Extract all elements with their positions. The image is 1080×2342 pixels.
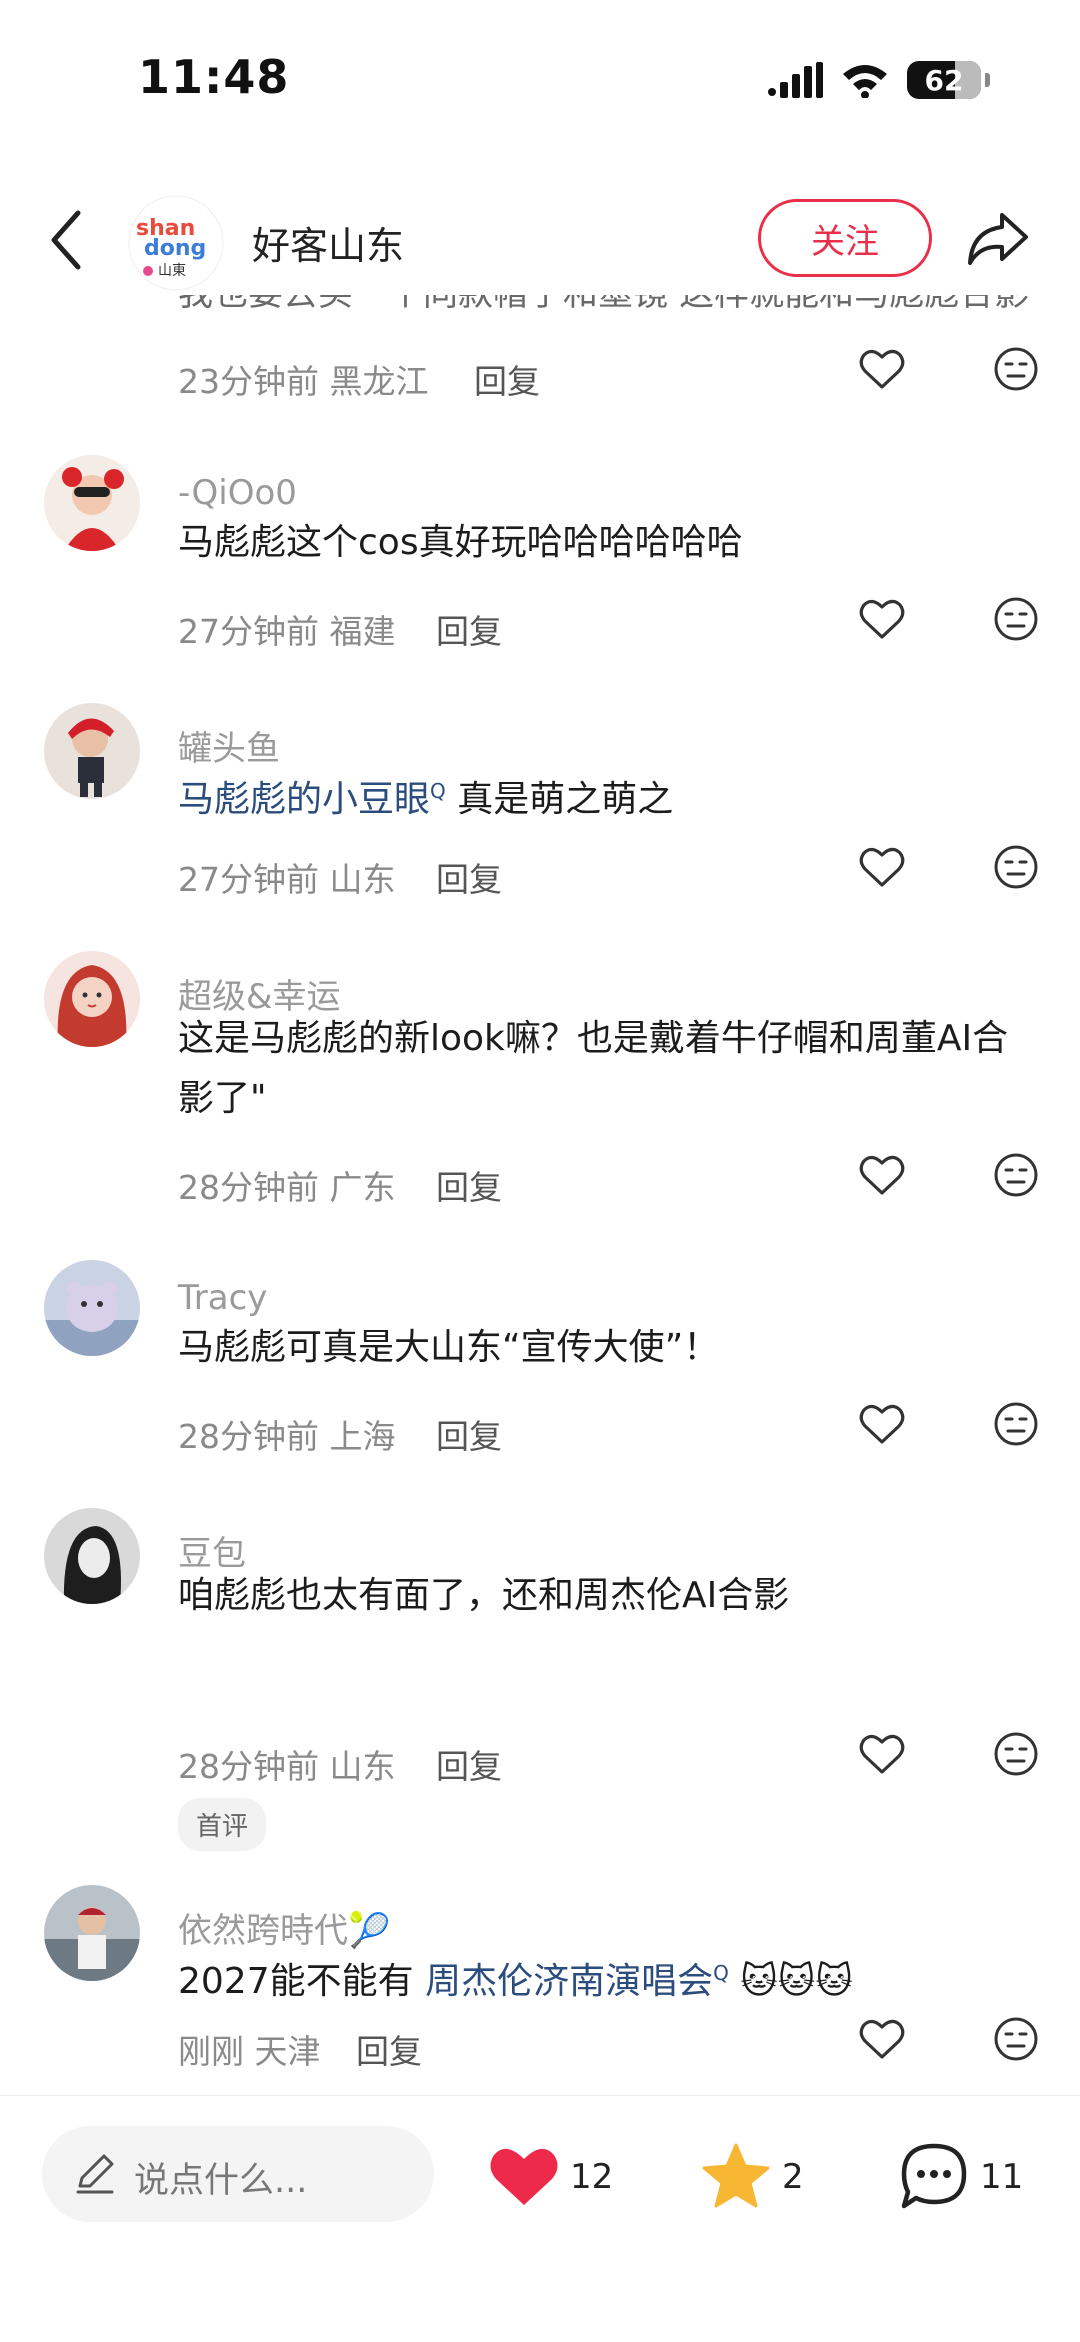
comment-input[interactable]: 说点什么...: [42, 2126, 434, 2222]
like-heart-icon[interactable]: [858, 2015, 906, 2063]
comment-text: 马彪彪的小豆眼Q 真是萌之萌之: [178, 779, 674, 820]
follow-button[interactable]: 关注: [758, 199, 932, 277]
username[interactable]: -QiOo0: [178, 473, 297, 513]
avatar[interactable]: [44, 1885, 140, 1981]
account-name[interactable]: 好客山东: [252, 215, 404, 270]
comment-meta: 28分钟前 上海 回复: [178, 1400, 1048, 1460]
battery-indicator: 62: [907, 61, 981, 99]
comment-text-partial: 我也要去买一个同款帽子和墨镜 这样就能和马彪彪合影: [178, 295, 1029, 316]
comment-time: 刚刚 天津: [178, 2032, 321, 2071]
status-bar: 11:48 62: [0, 0, 1080, 160]
like-heart-icon[interactable]: [858, 1400, 906, 1448]
comment-meta: 23分钟前 黑龙江 回复: [178, 345, 1048, 405]
comment-time: 27分钟前 山东: [178, 860, 396, 899]
reply-button[interactable]: 回复: [436, 605, 502, 653]
dislike-face-icon[interactable]: [992, 1400, 1040, 1448]
avatar[interactable]: [44, 455, 140, 551]
dislike-face-icon[interactable]: [992, 1151, 1040, 1199]
nav-header: shan dong 山東 好客山东 关注: [0, 185, 1080, 295]
comment-list[interactable]: 我也要去买一个同款帽子和墨镜 这样就能和马彪彪合影 23分钟前 黑龙江 回复 -…: [0, 295, 1080, 2095]
comment-meta: 刚刚 天津 回复: [178, 2015, 1048, 2075]
dislike-face-icon[interactable]: [992, 345, 1040, 393]
comments-button[interactable]: 11: [898, 2142, 1023, 2212]
favorite-count: 2: [782, 2157, 804, 2197]
crying-cat-icons: 🐱🐱🐱: [740, 1961, 853, 2002]
comment-time: 28分钟前 广东: [178, 1168, 396, 1207]
status-time: 11:48: [138, 50, 290, 104]
comment-text: 2027能不能有 周杰伦济南演唱会Q 🐱🐱🐱: [178, 1961, 853, 2002]
avatar[interactable]: [44, 703, 140, 799]
like-heart-icon[interactable]: [858, 595, 906, 643]
search-mark-icon: Q: [713, 1961, 729, 1985]
comment-time: 27分钟前 福建: [178, 612, 396, 651]
like-heart-icon[interactable]: [858, 1151, 906, 1199]
first-comment-badge: 首评: [178, 1798, 267, 1851]
avatar[interactable]: [44, 951, 140, 1047]
avatar[interactable]: [44, 1260, 140, 1356]
search-mark-icon: Q: [430, 779, 446, 803]
topic-link[interactable]: 马彪彪的小豆眼: [178, 779, 430, 820]
reply-button[interactable]: 回复: [436, 1740, 502, 1788]
reply-button[interactable]: 回复: [436, 1410, 502, 1458]
comment-time: 28分钟前 上海: [178, 1417, 396, 1456]
signal-icon: [768, 62, 823, 98]
svg-text:dong: dong: [144, 236, 206, 261]
topic-link[interactable]: 周杰伦济南演唱会: [425, 1961, 713, 2002]
comment-time: 28分钟前 山东: [178, 1747, 396, 1786]
reply-button[interactable]: 回复: [436, 853, 502, 901]
reply-button[interactable]: 回复: [436, 1161, 502, 1209]
comment-count: 11: [980, 2157, 1024, 2197]
heart-filled-icon: [490, 2148, 558, 2205]
share-icon[interactable]: [966, 209, 1030, 269]
status-icons: 62: [767, 58, 990, 102]
comment-time: 23分钟前 黑龙江: [178, 362, 429, 401]
comment-text: 马彪彪这个cos真好玩哈哈哈哈哈哈: [178, 522, 743, 563]
comment-meta: 28分钟前 广东 回复: [178, 1151, 1048, 1211]
reply-button[interactable]: 回复: [474, 355, 540, 403]
wifi-icon: [843, 65, 887, 98]
comment-meta: 27分钟前 山东 回复: [178, 843, 1048, 903]
like-heart-icon[interactable]: [858, 843, 906, 891]
battery-tip: [985, 73, 990, 87]
avatar[interactable]: [44, 1508, 140, 1604]
comment-placeholder: 说点什么...: [134, 2161, 308, 2201]
like-count: 12: [570, 2157, 614, 2197]
chat-bubble-icon: [901, 2143, 967, 2209]
comment-meta: 27分钟前 福建 回复: [178, 595, 1048, 655]
dislike-face-icon[interactable]: [992, 595, 1040, 643]
comment-text: 这是马彪彪的新look嘛？也是戴着牛仔帽和周董AI合影了": [178, 1018, 1009, 1119]
dislike-face-icon[interactable]: [992, 843, 1040, 891]
comment-text: 咱彪彪也太有面了，还和周杰伦AI合影: [178, 1575, 790, 1616]
back-arrow-icon[interactable]: [44, 207, 88, 273]
favorite-button[interactable]: 2: [700, 2142, 804, 2212]
dislike-face-icon[interactable]: [992, 1730, 1040, 1778]
like-heart-icon[interactable]: [858, 345, 906, 393]
battery-level: 62: [924, 63, 964, 97]
username[interactable]: Tracy: [178, 1278, 267, 1318]
like-button[interactable]: 12: [488, 2142, 613, 2212]
pencil-icon: [76, 2154, 114, 2194]
comment-meta: 28分钟前 山东 回复: [178, 1730, 1048, 1790]
svg-text:山東: 山東: [158, 263, 186, 279]
dislike-face-icon[interactable]: [992, 2015, 1040, 2063]
shandong-logo-icon: shan dong 山東: [128, 195, 224, 291]
bottom-action-bar: 说点什么... 12 2 11: [0, 2095, 1080, 2342]
account-avatar[interactable]: shan dong 山東: [128, 195, 224, 291]
reply-button[interactable]: 回复: [356, 2025, 422, 2073]
comment-text: 马彪彪可真是大山东“宣传大使”！: [178, 1327, 720, 1368]
star-filled-icon: [702, 2143, 770, 2208]
like-heart-icon[interactable]: [858, 1730, 906, 1778]
